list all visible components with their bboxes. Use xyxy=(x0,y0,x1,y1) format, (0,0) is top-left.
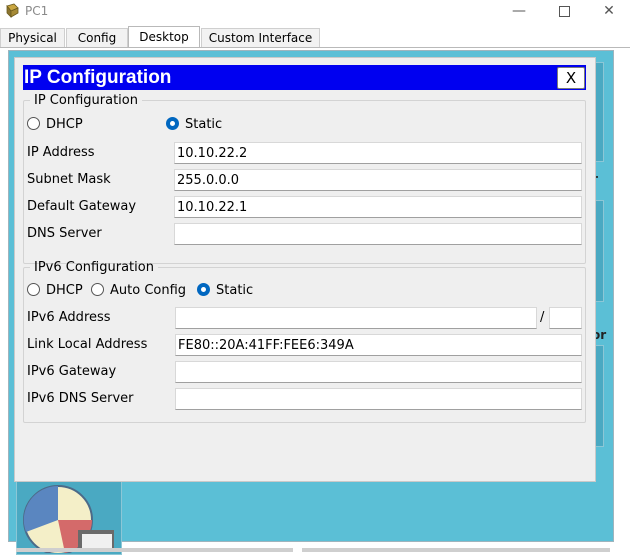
window-title: PC1 xyxy=(25,4,49,18)
dns-server-label: DNS Server xyxy=(27,226,102,241)
tab-custom-interface[interactable]: Custom Interface xyxy=(201,28,320,48)
ipv4-dhcp-label: DHCP xyxy=(46,117,83,132)
ipv6-address-field[interactable] xyxy=(175,307,537,329)
minimize-button[interactable]: — xyxy=(496,0,542,22)
ipv6-auto-config-radio[interactable]: Auto Config xyxy=(91,282,186,300)
radio-checked-icon xyxy=(166,117,179,130)
dns-server-field[interactable] xyxy=(174,223,582,245)
link-local-address-label: Link Local Address xyxy=(27,337,148,352)
window-close-button[interactable]: ✕ xyxy=(586,0,630,22)
radio-unchecked-icon xyxy=(91,283,104,296)
tab-physical[interactable]: Physical xyxy=(0,28,65,48)
ipv6-prefix-length-field[interactable] xyxy=(549,307,582,329)
tab-strip: Physical Config Desktop Custom Interface xyxy=(0,26,630,48)
minimize-icon: — xyxy=(512,3,526,19)
ipv6-group-legend: IPv6 Configuration xyxy=(34,260,154,275)
maximize-button[interactable] xyxy=(541,0,587,22)
close-icon: ✕ xyxy=(603,3,615,19)
ipv6-static-radio[interactable]: Static xyxy=(197,282,253,300)
ipv6-static-label: Static xyxy=(216,283,254,298)
subnet-mask-label: Subnet Mask xyxy=(27,172,111,187)
maximize-icon xyxy=(558,6,570,17)
ipv6-dhcp-label: DHCP xyxy=(46,283,83,298)
window-titlebar: PC1 — ✕ xyxy=(0,0,630,24)
ipv4-group-legend: IP Configuration xyxy=(34,93,138,108)
subnet-mask-field[interactable]: 255.0.0.0 xyxy=(174,169,582,191)
dialog-header: IP Configuration X xyxy=(23,65,586,90)
radio-unchecked-icon xyxy=(27,117,40,130)
ip-configuration-dialog: IP Configuration X IP Configuration DHCP… xyxy=(14,57,596,482)
ipv6-dns-server-field[interactable] xyxy=(175,388,582,410)
ip-address-field[interactable]: 10.10.22.2 xyxy=(174,142,582,164)
ipv6-gateway-field[interactable] xyxy=(175,361,582,383)
radio-unchecked-icon xyxy=(27,283,40,296)
ipv4-dhcp-radio[interactable]: DHCP xyxy=(27,116,83,134)
pie-chart-icon[interactable] xyxy=(20,478,120,557)
ipv4-static-label: Static xyxy=(185,117,223,132)
default-gateway-label: Default Gateway xyxy=(27,199,137,214)
pc-app-icon xyxy=(4,3,20,19)
ipv6-dns-server-label: IPv6 DNS Server xyxy=(27,391,134,406)
scrollbar[interactable] xyxy=(16,548,293,552)
ip-address-label: IP Address xyxy=(27,145,95,160)
dialog-title: IP Configuration xyxy=(24,67,172,88)
radio-checked-icon xyxy=(197,283,210,296)
link-local-address-field[interactable]: FE80::20A:41FF:FEE6:349A xyxy=(175,334,582,356)
ipv6-gateway-label: IPv6 Gateway xyxy=(27,364,117,379)
ipv6-auto-config-label: Auto Config xyxy=(110,283,187,298)
tab-desktop[interactable]: Desktop xyxy=(128,26,200,48)
tab-config[interactable]: Config xyxy=(66,28,128,48)
dialog-close-button[interactable]: X xyxy=(557,67,585,89)
ipv6-address-label: IPv6 Address xyxy=(27,310,111,325)
scrollbar[interactable] xyxy=(302,548,610,552)
prefix-separator: / xyxy=(540,310,545,325)
ipv4-static-radio[interactable]: Static xyxy=(166,116,222,134)
ipv6-dhcp-radio[interactable]: DHCP xyxy=(27,282,83,300)
default-gateway-field[interactable]: 10.10.22.1 xyxy=(174,196,582,218)
